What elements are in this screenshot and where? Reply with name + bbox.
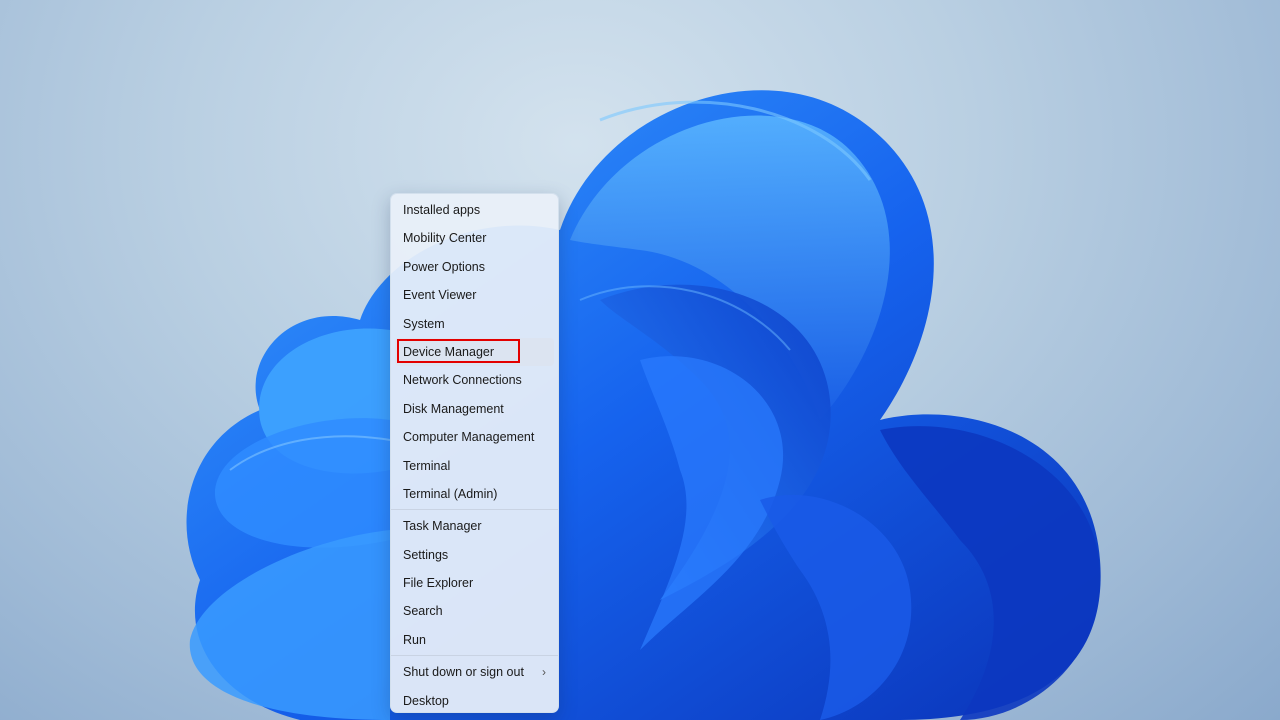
menu-item-shut-down-label: Shut down or sign out [403,665,524,680]
menu-item-file-explorer[interactable]: File Explorer [395,569,554,597]
menu-item-run[interactable]: Run [395,626,554,654]
menu-item-terminal[interactable]: Terminal [395,452,554,480]
menu-item-device-manager-label: Device Manager [403,344,495,359]
menu-item-terminal-admin[interactable]: Terminal (Admin) [395,480,554,508]
menu-item-desktop[interactable]: Desktop [395,687,554,715]
menu-separator [391,655,558,657]
wallpaper-bloom [186,90,1101,720]
quick-link-menu: Installed apps Mobility Center Power Opt… [390,193,559,713]
menu-separator [391,509,558,511]
chevron-right-icon: › [542,665,546,680]
menu-item-task-manager[interactable]: Task Manager [395,512,554,540]
menu-item-installed-apps[interactable]: Installed apps [395,196,554,224]
menu-item-mobility-center[interactable]: Mobility Center [395,224,554,252]
menu-item-event-viewer[interactable]: Event Viewer [395,281,554,309]
menu-item-computer-management[interactable]: Computer Management [395,423,554,451]
menu-item-shut-down-or-sign-out[interactable]: Shut down or sign out › [395,658,554,686]
menu-item-power-options[interactable]: Power Options [395,253,554,281]
menu-item-disk-management[interactable]: Disk Management [395,395,554,423]
menu-item-search[interactable]: Search [395,597,554,625]
menu-item-device-manager[interactable]: Device Manager [395,337,554,367]
menu-item-system[interactable]: System [395,310,554,338]
menu-item-network-connections[interactable]: Network Connections [395,366,554,394]
menu-item-settings[interactable]: Settings [395,541,554,569]
